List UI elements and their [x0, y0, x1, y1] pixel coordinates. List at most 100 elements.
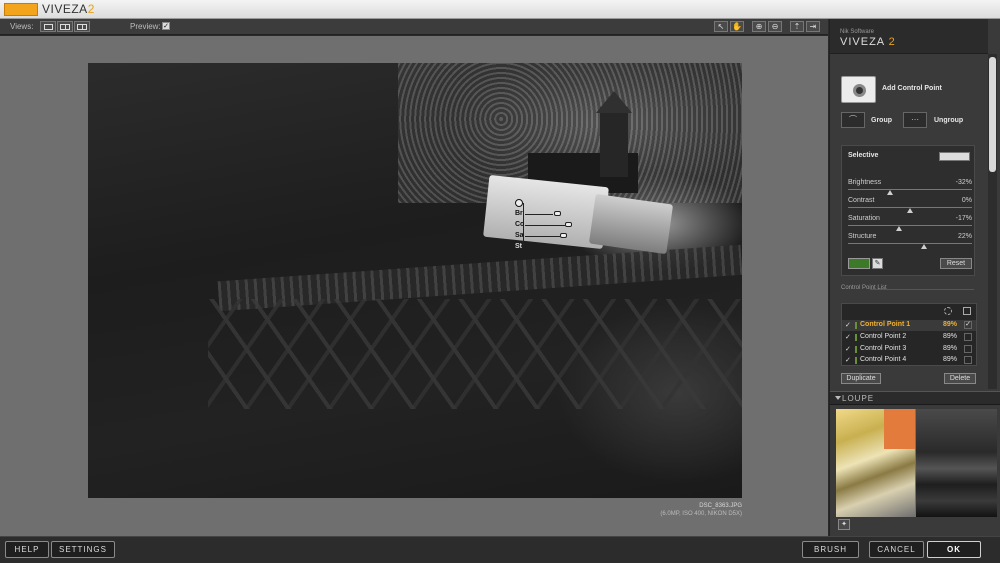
list-item-opacity: 89%: [943, 345, 958, 352]
ungroup-icon: ⋯: [911, 115, 919, 124]
ungroup-button[interactable]: ⋯: [903, 112, 927, 128]
list-item-name: Control Point 1: [860, 321, 911, 328]
view-toolbar: Views: Preview: ✓ ↖ ✋ ⊕ ⊖ ⇡ ⇥: [0, 19, 828, 35]
side-by-side-view-icon: [77, 23, 87, 30]
photo-tower: [600, 107, 628, 177]
reset-button[interactable]: Reset: [940, 258, 972, 269]
brightness-thumb[interactable]: [887, 190, 894, 195]
structure-value: 22%: [957, 233, 972, 240]
split-view-button[interactable]: [57, 21, 73, 32]
cp-contrast-line: [525, 225, 565, 226]
photo-preview[interactable]: Br Co Sa St: [88, 63, 742, 498]
photo-roof: [596, 91, 632, 113]
app-title: VIVEZA2: [42, 2, 95, 16]
list-item-checkbox[interactable]: ✓: [845, 356, 851, 364]
zoom-in-button[interactable]: ⊕: [752, 21, 766, 32]
list-item-swatch: [855, 334, 857, 341]
show-selection-icon[interactable]: [944, 307, 952, 315]
list-item-checkbox[interactable]: ✓: [845, 345, 851, 353]
contrast-label: Contrast: [848, 197, 875, 204]
add-control-point-button[interactable]: [841, 76, 876, 103]
settings-button[interactable]: SETTINGS: [51, 541, 115, 558]
loupe-view: [836, 409, 997, 517]
cp-saturation-handle[interactable]: [560, 233, 567, 238]
brand-company: Nik Software: [840, 29, 875, 35]
brightness-track[interactable]: [848, 189, 972, 190]
brightness-value: -32%: [955, 179, 972, 186]
select-tool-button[interactable]: ↖: [714, 21, 728, 32]
contrast-value: 0%: [961, 197, 972, 204]
cancel-button[interactable]: CANCEL: [869, 541, 924, 558]
control-point-list: ✓ Control Point 1 89% ✓ ✓ Control Point …: [841, 303, 977, 366]
list-item-mask-toggle[interactable]: ✓: [964, 321, 972, 329]
cp-brightness-line: [525, 214, 553, 215]
control-point-center[interactable]: [515, 199, 523, 207]
saturation-track[interactable]: [848, 225, 972, 226]
ok-button[interactable]: OK: [927, 541, 981, 558]
photo-train-car-2: [588, 193, 674, 255]
list-item-opacity: 89%: [943, 356, 958, 363]
duplicate-button[interactable]: Duplicate: [841, 373, 881, 384]
add-control-point-label: Add Control Point: [882, 85, 942, 92]
delete-button[interactable]: Delete: [944, 373, 976, 384]
upload-button[interactable]: ⇡: [790, 21, 804, 32]
eyedropper-icon: ✎: [874, 260, 881, 267]
loupe-header[interactable]: LOUPE: [830, 391, 1000, 405]
list-item[interactable]: ✓ Control Point 1 89% ✓: [842, 320, 976, 331]
single-view-button[interactable]: [40, 21, 56, 32]
list-item-mask-toggle[interactable]: [964, 333, 972, 341]
cp-brightness-handle[interactable]: [554, 211, 561, 216]
structure-label: Structure: [848, 233, 877, 240]
views-label: Views:: [10, 22, 34, 31]
loupe-highlight: [884, 409, 915, 449]
app-title-name: VIVEZA: [42, 2, 88, 16]
right-panel: Nik Software VIVEZA 2 Add Control Point …: [829, 19, 1000, 536]
group-button[interactable]: ⌒: [841, 112, 865, 128]
cp-contrast-label: Co: [515, 221, 525, 228]
list-item[interactable]: ✓ Control Point 4 89%: [842, 355, 976, 366]
list-item-opacity: 89%: [943, 321, 958, 328]
structure-thumb[interactable]: [920, 244, 927, 249]
list-item-mask-toggle[interactable]: [964, 356, 972, 364]
color-swatch-button[interactable]: [848, 258, 870, 269]
list-item[interactable]: ✓ Control Point 2 89%: [842, 332, 976, 343]
list-item-checkbox[interactable]: ✓: [845, 333, 851, 341]
list-item[interactable]: ✓ Control Point 3 89%: [842, 344, 976, 355]
brush-button[interactable]: BRUSH: [802, 541, 859, 558]
hand-tool-button[interactable]: ✋: [730, 21, 744, 32]
brightness-slider[interactable]: Brightness -32%: [848, 179, 972, 197]
preview-checkbox[interactable]: ✓: [162, 22, 170, 30]
single-view-icon: [43, 23, 53, 30]
preview-label: Preview:: [130, 22, 161, 31]
loupe-preview: [916, 409, 997, 517]
zoom-out-button[interactable]: ⊖: [768, 21, 782, 32]
saturation-slider[interactable]: Saturation -17%: [848, 215, 972, 233]
list-item-name: Control Point 3: [860, 345, 907, 352]
eyedropper-button[interactable]: ✎: [872, 258, 883, 269]
brightness-label: Brightness: [848, 179, 882, 186]
contrast-slider[interactable]: Contrast 0%: [848, 197, 972, 215]
list-item-checkbox[interactable]: ✓: [845, 321, 851, 329]
cp-structure-label: St: [515, 243, 522, 250]
show-mask-icon[interactable]: [963, 307, 971, 315]
loupe-pin-button[interactable]: ✦: [838, 519, 850, 530]
saturation-thumb[interactable]: [896, 226, 903, 231]
control-point-widget[interactable]: Br Co Sa St: [498, 197, 588, 253]
cp-contrast-handle[interactable]: [565, 222, 572, 227]
selective-panel: Selective Brightness -32% Contrast 0% Sa…: [841, 145, 975, 276]
panel-scrollbar[interactable]: [988, 54, 997, 389]
bottom-bar: HELP SETTINGS BRUSH CANCEL OK: [0, 536, 1000, 563]
structure-track[interactable]: [848, 243, 972, 244]
structure-slider[interactable]: Structure 22%: [848, 233, 972, 251]
contrast-thumb[interactable]: [907, 208, 913, 213]
list-item-mask-toggle[interactable]: [964, 345, 972, 353]
help-button[interactable]: HELP: [5, 541, 49, 558]
selective-mode-toggle[interactable]: [939, 152, 970, 161]
side-by-side-view-button[interactable]: [74, 21, 90, 32]
panel-scrollbar-thumb[interactable]: [989, 57, 996, 172]
group-icon: ⌒: [849, 115, 857, 124]
loupe-original: [836, 409, 915, 517]
export-button[interactable]: ⇥: [806, 21, 820, 32]
image-canvas[interactable]: Br Co Sa St DSC_8363.JPG (6.0MP, ISO 400…: [0, 36, 828, 536]
file-name: DSC_8363.JPG: [699, 503, 742, 509]
